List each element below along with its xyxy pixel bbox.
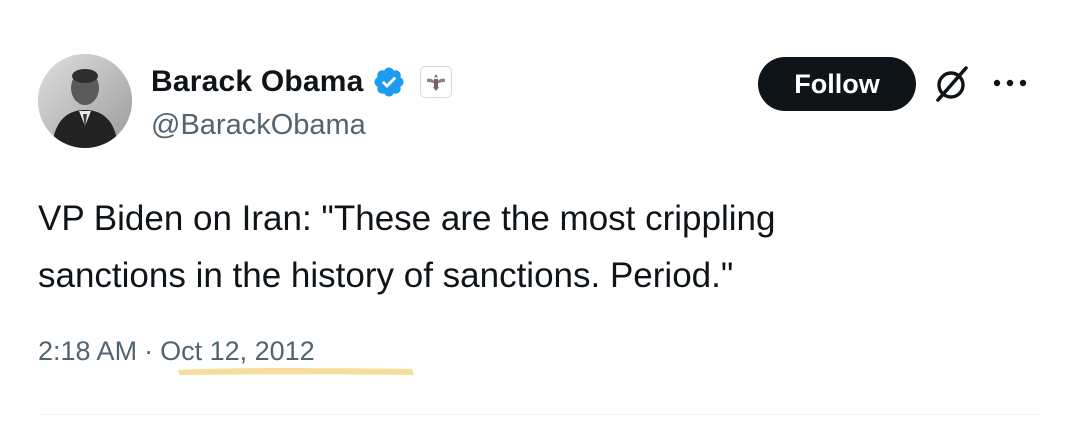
divider — [38, 414, 1042, 415]
tweet-text: VP Biden on Iran: "These are the most cr… — [38, 199, 776, 295]
grok-icon[interactable] — [930, 62, 974, 106]
author-handle[interactable]: @BarackObama — [151, 109, 366, 142]
tweet-meta: 2:18 AM · Oct 12, 2012 — [38, 336, 315, 367]
tweet-date[interactable]: Oct 12, 2012 — [160, 336, 315, 366]
tweet-time[interactable]: 2:18 AM — [38, 336, 137, 366]
avatar[interactable] — [38, 54, 132, 148]
government-seal-icon[interactable] — [419, 66, 452, 98]
verified-badge-icon[interactable] — [372, 65, 406, 99]
author-name-row: Barack Obama — [151, 60, 452, 104]
author-display-name[interactable]: Barack Obama — [151, 65, 364, 99]
meta-separator: · — [144, 336, 154, 366]
more-options-icon[interactable] — [988, 70, 1040, 96]
follow-button[interactable]: Follow — [758, 57, 916, 111]
avatar-photo — [38, 54, 132, 148]
